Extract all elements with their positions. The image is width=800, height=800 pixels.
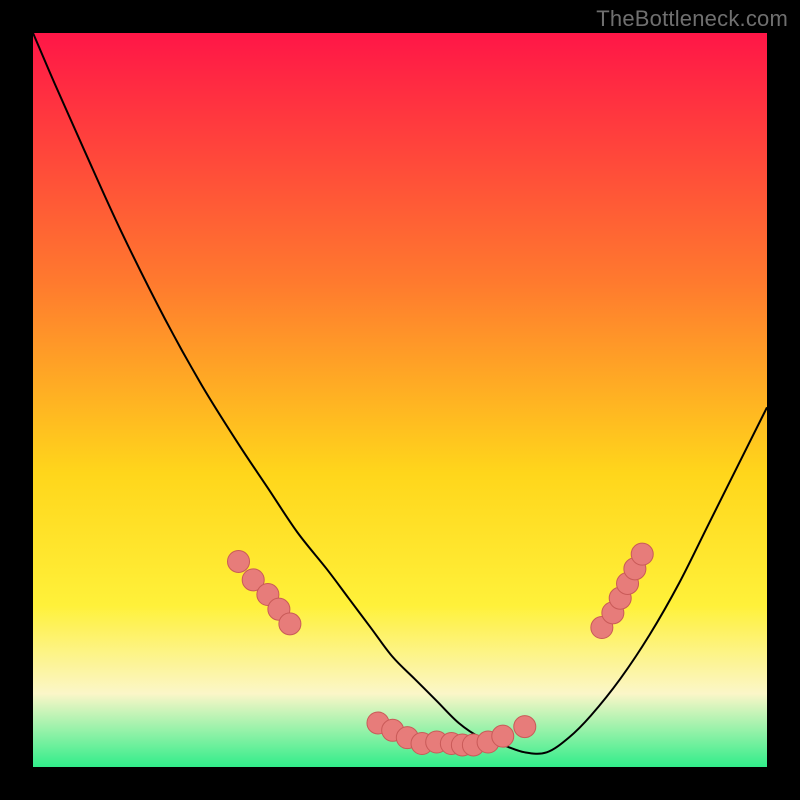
watermark-link[interactable]: TheBottleneck.com xyxy=(596,6,788,32)
chart-frame: TheBottleneck.com xyxy=(0,0,800,800)
gradient-background xyxy=(33,33,767,767)
data-marker xyxy=(514,716,536,738)
data-marker xyxy=(228,550,250,572)
plot-area xyxy=(33,33,767,767)
data-marker xyxy=(631,543,653,565)
chart-svg xyxy=(33,33,767,767)
watermark-text: TheBottleneck.com xyxy=(596,6,788,31)
data-marker xyxy=(492,725,514,747)
data-marker xyxy=(279,613,301,635)
